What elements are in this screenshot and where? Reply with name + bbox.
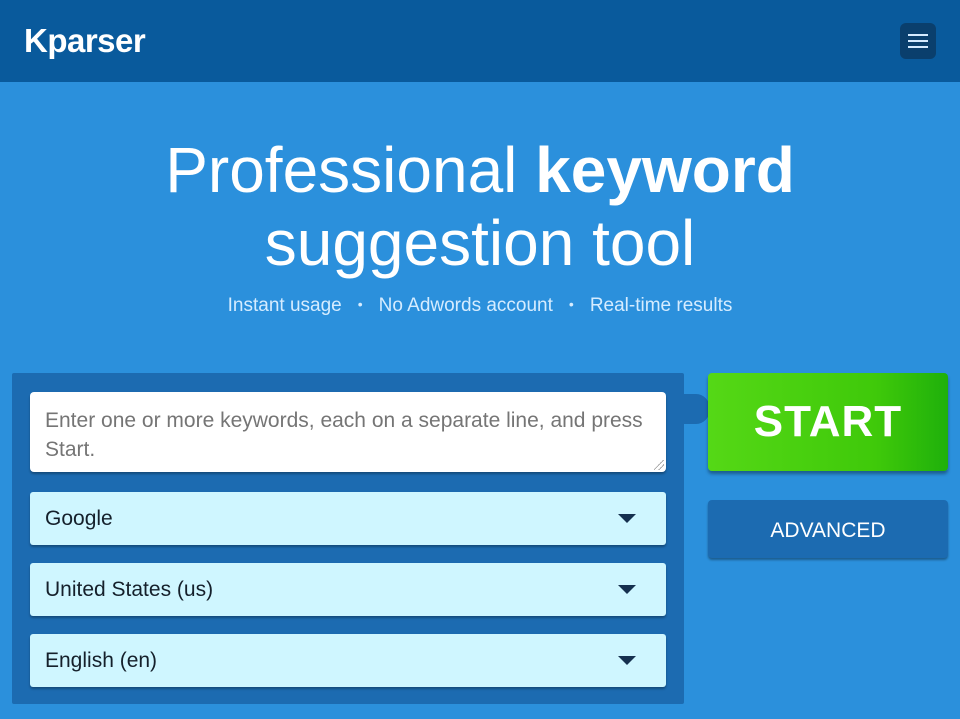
- feature-real-time: Real-time results: [589, 295, 733, 316]
- hamburger-menu-icon[interactable]: [900, 23, 936, 59]
- language-select[interactable]: English (en): [30, 634, 666, 687]
- hero-title-line2: suggestion tool: [264, 207, 696, 279]
- feature-list: Instant usage • No Adwords account • Real-ti…: [0, 295, 960, 317]
- feature-no-adwords: No Adwords account: [378, 295, 553, 316]
- top-bar: Kparser: [0, 0, 960, 82]
- resize-grip-icon[interactable]: [654, 460, 664, 470]
- advanced-button[interactable]: ADVANCED: [708, 500, 948, 558]
- language-select-value: English (en): [45, 649, 158, 672]
- hero-title-line1: Professional keyword: [0, 138, 960, 202]
- source-select[interactable]: Google: [30, 492, 666, 545]
- feature-separator: •: [568, 296, 574, 312]
- hero-title-bold: keyword: [535, 134, 795, 206]
- chevron-down-icon: [618, 656, 636, 665]
- country-select[interactable]: United States (us): [30, 563, 666, 616]
- feature-instant-usage: Instant usage: [227, 295, 342, 316]
- keywords-input[interactable]: [30, 392, 666, 472]
- logo[interactable]: Kparser: [24, 22, 146, 60]
- hero-title-regular: Professional: [165, 134, 536, 206]
- country-select-value: United States (us): [45, 578, 214, 601]
- source-select-value: Google: [45, 507, 113, 530]
- start-button[interactable]: START: [708, 373, 948, 471]
- panel-connector: [682, 394, 710, 424]
- feature-separator: •: [357, 296, 363, 312]
- chevron-down-icon: [618, 514, 636, 523]
- chevron-down-icon: [618, 585, 636, 594]
